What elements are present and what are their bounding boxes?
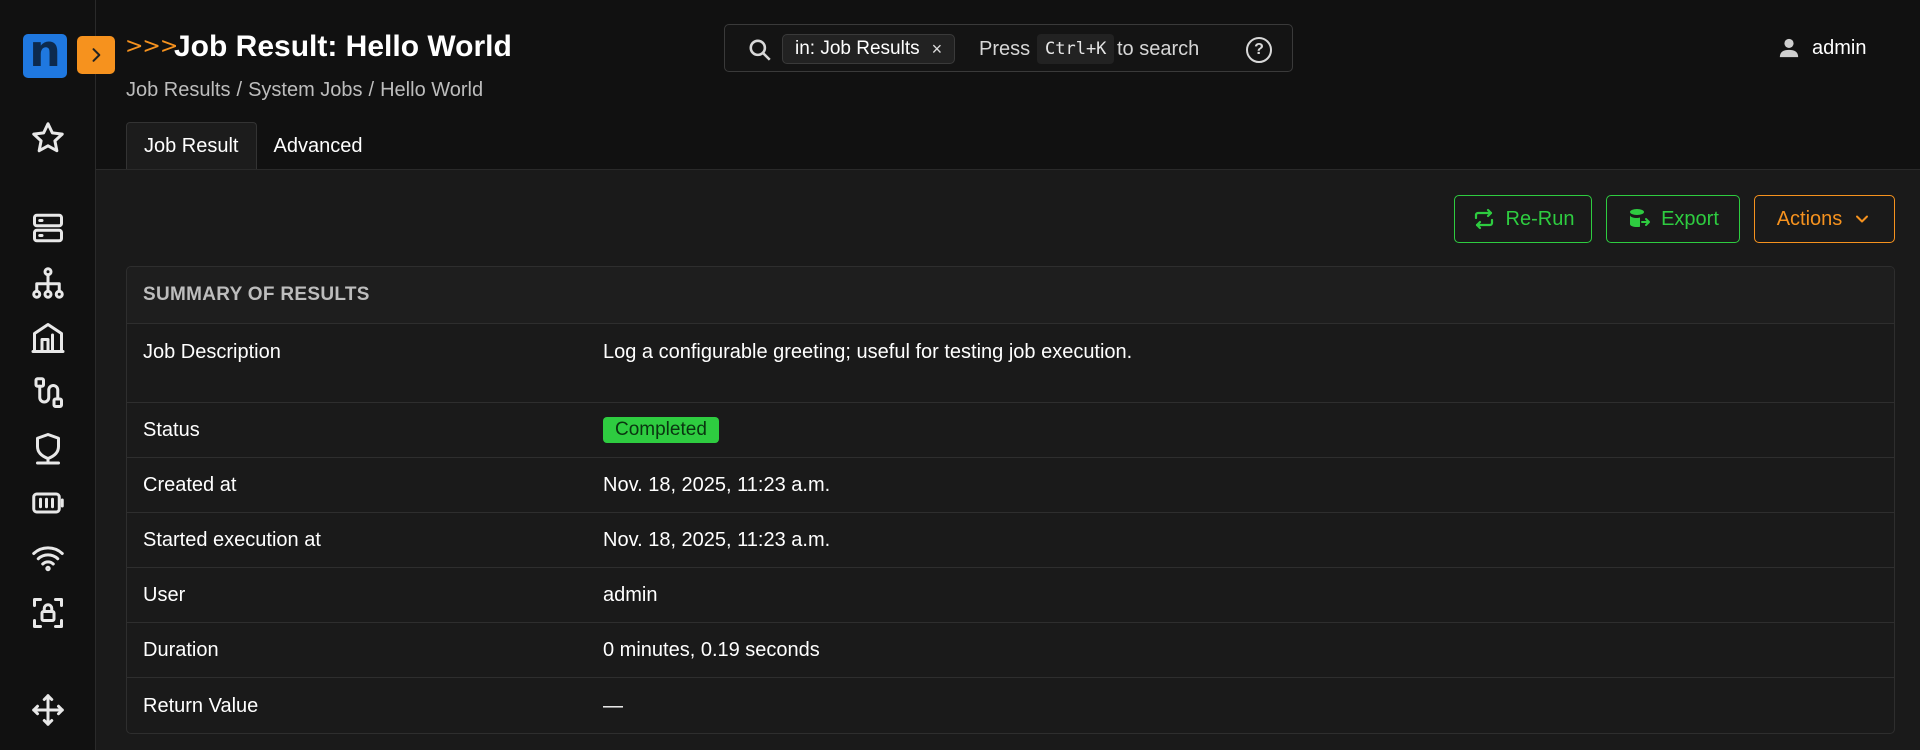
row-value: 0 minutes, 0.19 seconds (603, 638, 820, 661)
search-scope-label: in: Job Results (795, 38, 920, 59)
table-row: Job Description Log a configurable greet… (127, 324, 1894, 403)
row-label: Created at (143, 473, 237, 496)
row-label: Started execution at (143, 528, 321, 551)
breadcrumb-hello-world[interactable]: Hello World (380, 79, 483, 102)
breadcrumb: Job Results / System Jobs / Hello World (126, 79, 483, 102)
lock-icon[interactable] (28, 593, 68, 633)
sidebar-toggle-button[interactable] (77, 36, 115, 74)
row-value: Log a configurable greeting; useful for … (603, 341, 1133, 363)
breadcrumb-separator: / (236, 79, 243, 101)
row-label: User (143, 583, 186, 606)
row-value: — (603, 694, 623, 717)
server-icon[interactable] (28, 208, 68, 248)
keyboard-shortcut: Ctrl+K (1037, 34, 1115, 64)
row-label: Return Value (143, 694, 259, 717)
table-row: Status Completed (127, 403, 1894, 458)
star-icon[interactable] (28, 118, 68, 158)
row-label: Duration (143, 638, 219, 661)
nautobot-logo[interactable]: n (23, 30, 67, 78)
table-row: Created at Nov. 18, 2025, 11:23 a.m. (127, 458, 1894, 513)
row-label: Job Description (143, 341, 281, 363)
table-row: Duration 0 minutes, 0.19 seconds (127, 623, 1894, 678)
shield-icon[interactable] (28, 428, 68, 468)
help-icon[interactable]: ? (1246, 37, 1272, 63)
row-value: Nov. 18, 2025, 11:23 a.m. (603, 528, 831, 551)
table-row: Started execution at Nov. 18, 2025, 11:2… (127, 513, 1894, 568)
repeat-icon (1474, 208, 1493, 230)
breadcrumb-job-results[interactable]: Job Results (126, 79, 231, 102)
rerun-button[interactable]: Re-Run (1454, 195, 1592, 243)
export-label: Export (1661, 207, 1719, 230)
row-label: Status (143, 418, 200, 441)
breadcrumb-system-jobs[interactable]: System Jobs (248, 79, 362, 102)
cable-icon[interactable] (28, 373, 68, 413)
actions-label: Actions (1776, 207, 1843, 230)
search-hint-to-search: to search (1117, 38, 1200, 60)
search-icon (747, 37, 773, 63)
wifi-icon[interactable] (28, 538, 68, 578)
breadcrumb-separator: / (368, 79, 375, 101)
tab-bar: Job Result Advanced (126, 122, 379, 170)
user-name: admin (1812, 36, 1867, 59)
battery-icon[interactable] (28, 483, 68, 523)
chevron-down-icon (1856, 215, 1869, 223)
move-arrows-icon[interactable] (28, 690, 68, 730)
row-value: Nov. 18, 2025, 11:23 a.m. (603, 473, 831, 496)
table-row: User admin (127, 568, 1894, 623)
title-chevrons: >>> (125, 34, 178, 59)
row-value: admin (603, 583, 658, 606)
tab-job-result[interactable]: Job Result (126, 122, 257, 170)
database-export-icon (1630, 209, 1651, 227)
table-row: Return Value — (127, 678, 1894, 733)
summary-title: SUMMARY OF RESULTS (127, 267, 1894, 324)
sidebar: n (0, 0, 96, 750)
search-hint-press: Press (979, 38, 1031, 60)
close-icon[interactable]: × (932, 39, 943, 60)
page-title: Job Result: Hello World (174, 30, 512, 63)
tab-advanced[interactable]: Advanced (257, 122, 380, 170)
actions-dropdown-button[interactable]: Actions (1754, 195, 1895, 243)
chevron-right-icon (92, 48, 101, 62)
status-badge: Completed (603, 417, 719, 443)
search-scope-chip: in: Job Results × (782, 34, 956, 64)
summary-panel: SUMMARY OF RESULTS Job Description Log a… (126, 266, 1895, 734)
org-tree-icon[interactable] (28, 263, 68, 303)
rerun-label: Re-Run (1505, 207, 1575, 230)
user-menu[interactable]: admin (1778, 36, 1866, 60)
export-button[interactable]: Export (1606, 195, 1740, 243)
buildings-icon[interactable] (28, 318, 68, 358)
user-icon (1779, 38, 1799, 58)
search-bar[interactable]: in: Job Results × Press Ctrl+K to search… (724, 24, 1293, 72)
